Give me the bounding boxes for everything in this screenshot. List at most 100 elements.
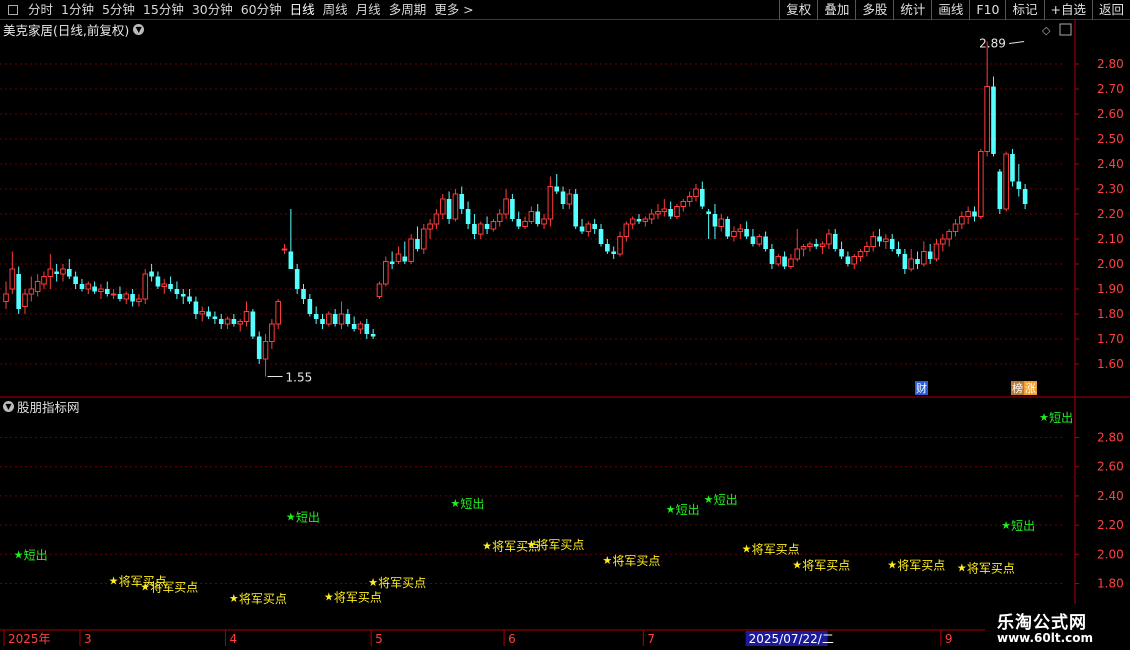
kline-chart[interactable]: 2.80 2.70 2.60 2.50 2.40 2.30 2.20 2.10 2.00 1.90…: [0, 0, 1130, 650]
signal-star-icon: ★: [109, 575, 119, 588]
candle-body-down: [706, 211, 711, 214]
candle-body-up: [110, 293, 117, 296]
candle-body-up: [693, 188, 699, 197]
signal-star-icon: ★: [957, 561, 967, 574]
candle-body-down: [769, 249, 775, 264]
chevron-down-icon[interactable]: ▼: [3, 400, 14, 412]
candle-body-up: [864, 246, 870, 252]
watermark-url: www.60lt.com: [997, 631, 1094, 645]
candle-body-up: [794, 248, 801, 260]
candle-body-up: [661, 208, 668, 212]
signal-star-icon: ★: [324, 591, 334, 604]
candle-body-up: [528, 211, 535, 222]
candle-body-down: [187, 296, 192, 302]
candle-body-up: [123, 293, 130, 300]
indicator-tick-label: 2.40: [1097, 489, 1124, 503]
candle-body-up: [655, 211, 661, 215]
candle-body-up: [98, 288, 104, 292]
candle-body-down: [832, 234, 838, 249]
candle-body-down: [535, 211, 541, 224]
candle-body-up: [503, 198, 509, 215]
signal-star-icon: ★: [887, 559, 897, 572]
candle-body-down: [389, 261, 395, 264]
signal-label: 短出: [676, 503, 700, 517]
date-label: 7: [647, 632, 655, 646]
candle-body-up: [269, 323, 275, 342]
candle-body-up: [85, 283, 92, 290]
candle-body-up: [262, 341, 269, 360]
candle-body-down: [465, 209, 471, 224]
indicator-tick-label: 2.80: [1097, 431, 1124, 445]
candle-body-down: [579, 226, 585, 232]
signal-star-icon: ★: [14, 548, 24, 561]
watermark: 乐淘公式网 www.60lt.com: [985, 604, 1130, 650]
candle-body-down: [472, 224, 477, 234]
price-tick-label: 2.70: [1097, 82, 1124, 96]
signal-label: 短出: [24, 548, 48, 562]
candle-body-down: [104, 289, 110, 294]
candle-body-up: [680, 201, 687, 207]
signal-star-icon: ★: [704, 493, 714, 506]
candle-body-up: [224, 318, 231, 325]
signal-label: 将军买点: [378, 576, 426, 590]
candle-body-down: [288, 251, 294, 269]
price-tick-label: 2.80: [1097, 57, 1124, 71]
candle-body-down: [750, 236, 756, 244]
candle-body-down: [484, 224, 490, 229]
candle-body-up: [883, 238, 889, 242]
candle-body-up: [718, 218, 725, 227]
candle-body-up: [775, 256, 782, 265]
signal-label: 将军买点: [897, 559, 945, 573]
candle-body-up: [617, 236, 623, 255]
low-price-label: 1.55: [286, 371, 313, 385]
signal-star-icon: ★: [1001, 519, 1011, 532]
candle-body-down: [554, 186, 560, 192]
candle-body-down: [510, 199, 515, 219]
candle-body-up: [933, 243, 940, 260]
price-tick-label: 2.50: [1097, 132, 1124, 146]
candle-body-up: [819, 243, 826, 247]
candle-body-up: [3, 293, 9, 302]
candle-body-down: [712, 214, 718, 227]
price-tick-label: 2.00: [1097, 257, 1124, 271]
candle-body-up: [142, 273, 149, 300]
candle-body-down: [73, 276, 78, 284]
candle-body-up: [34, 281, 41, 292]
candle-body-up: [940, 238, 946, 245]
candle-body-down: [927, 251, 933, 259]
candle-body-down: [459, 194, 465, 209]
date-cursor-label: 2025/07/22/二: [749, 632, 834, 646]
candle-body-down: [180, 294, 186, 297]
candle-body-down: [206, 311, 211, 317]
candle-body-up: [642, 218, 649, 222]
candle-body-up: [1003, 153, 1009, 210]
candle-body-down: [117, 294, 123, 299]
candle-body-down: [516, 219, 522, 227]
candle-body-up: [674, 206, 680, 217]
candle-body-up: [439, 198, 446, 215]
candle-body-up: [281, 248, 288, 251]
candle-body-down: [155, 276, 161, 287]
candle-body-up: [857, 251, 864, 257]
candle-body-down: [1010, 154, 1015, 182]
candle-body-up: [756, 236, 763, 245]
indicator-title: 股朋指标网: [17, 399, 80, 415]
signal-label: 将军买点: [802, 559, 850, 573]
candle-body-down: [54, 271, 59, 274]
date-label: 2025年: [8, 632, 51, 646]
candle-body-up: [199, 311, 206, 315]
candle-body-up: [731, 231, 737, 237]
signal-label: 短出: [1011, 519, 1035, 533]
candle-body-down: [149, 271, 154, 277]
candle-body-up: [826, 233, 832, 245]
high-price-label: 2.89: [979, 37, 1006, 51]
candle-body-down: [700, 189, 705, 207]
candle-body-down: [364, 324, 370, 334]
price-tick-label: 2.60: [1097, 107, 1124, 121]
signal-label: 将军买点: [334, 591, 382, 605]
candle-body-up: [433, 213, 440, 225]
date-label: 9: [945, 632, 953, 646]
candle-body-up: [541, 218, 547, 225]
candle-body-up: [522, 221, 528, 227]
candle-body-up: [648, 213, 655, 220]
